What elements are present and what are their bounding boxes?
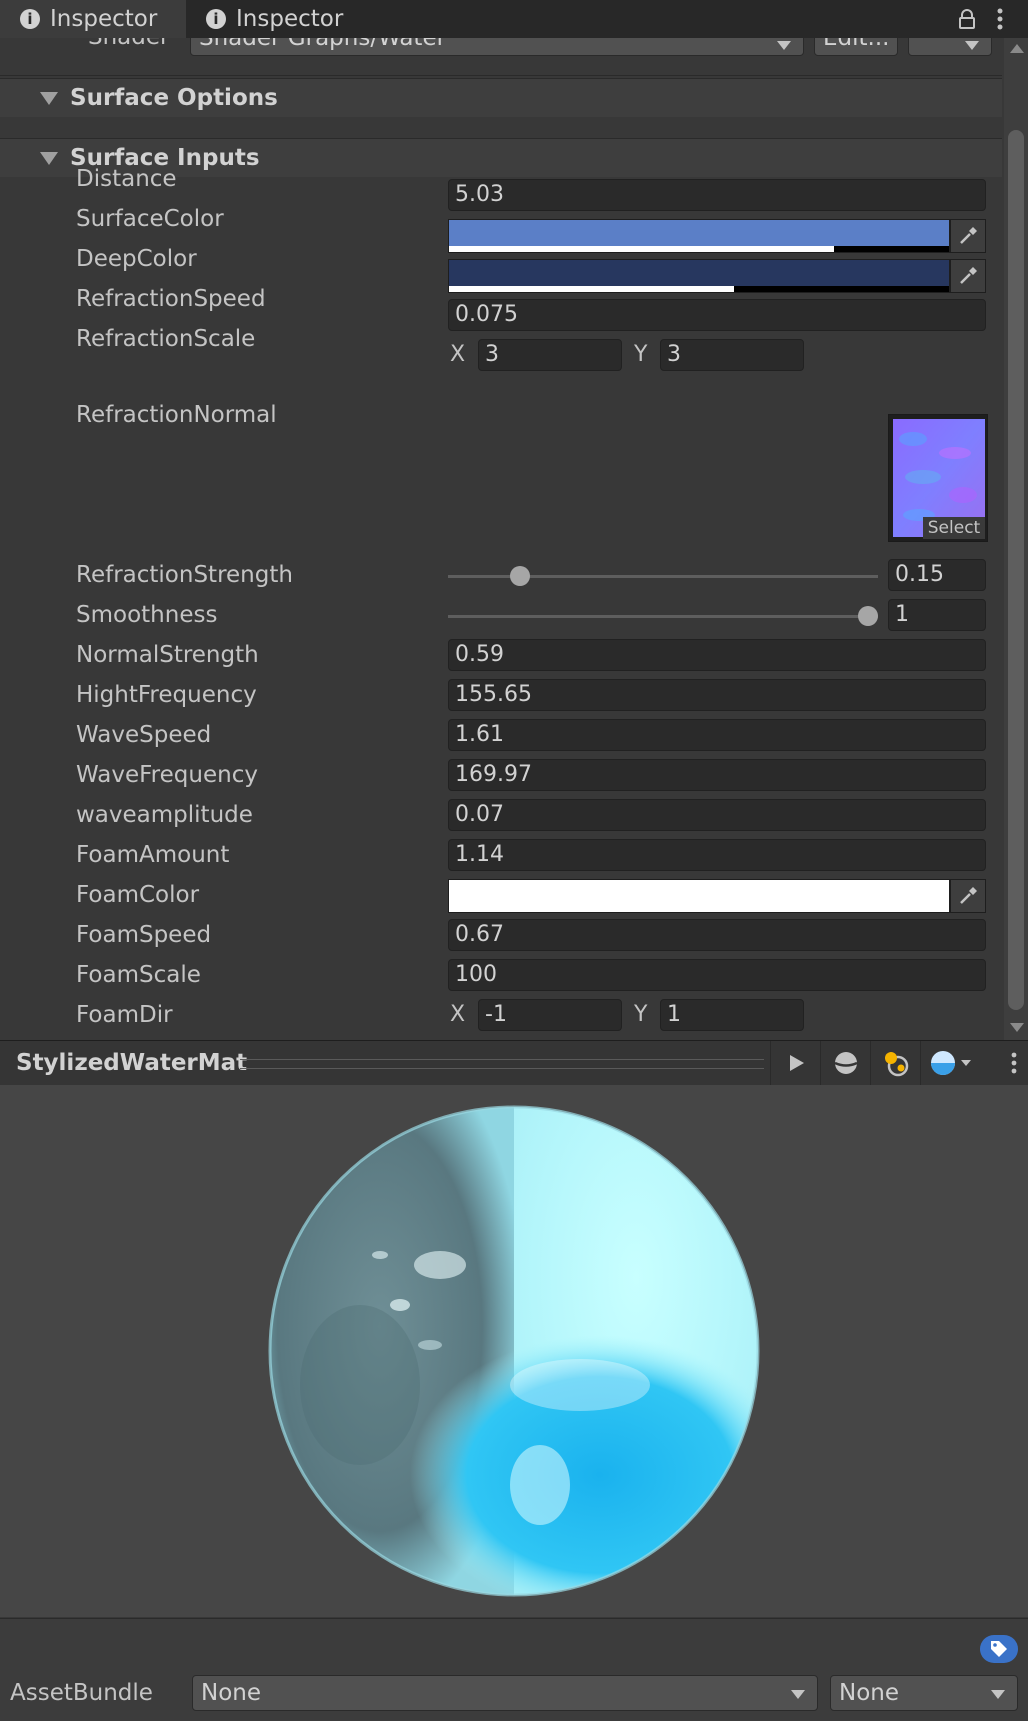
- deep-color-label: DeepColor: [76, 246, 197, 272]
- scroll-down-icon[interactable]: [1010, 1023, 1024, 1032]
- refraction-strength-label: RefractionStrength: [76, 562, 293, 588]
- eyedropper-icon[interactable]: [950, 879, 986, 913]
- foam-speed-label: FoamSpeed: [76, 922, 212, 948]
- shader-dropdown[interactable]: Shader Graphs/Water: [190, 38, 804, 56]
- foam-scale-field[interactable]: 100: [448, 959, 986, 991]
- smoothness-field[interactable]: 1: [888, 599, 986, 631]
- scrollbar-thumb[interactable]: [1008, 130, 1024, 1010]
- material-preview[interactable]: [0, 1085, 1028, 1617]
- drag-handle[interactable]: [240, 1059, 764, 1069]
- wave-speed-field[interactable]: 1.61: [448, 719, 986, 751]
- info-icon: i: [20, 9, 40, 29]
- preview-background-dropdown[interactable]: [920, 1041, 981, 1085]
- foldout-arrow-icon: [40, 91, 58, 105]
- wave-amplitude-field[interactable]: 0.07: [448, 799, 986, 831]
- tab-bar: i Inspector i Inspector: [0, 0, 1028, 38]
- chevron-down-icon: [791, 1690, 805, 1699]
- wave-amplitude-label: waveamplitude: [76, 802, 253, 828]
- eyedropper-icon[interactable]: [950, 259, 986, 293]
- preview-title: StylizedWaterMat: [16, 1050, 248, 1076]
- tab-inspector-2[interactable]: i Inspector: [186, 0, 386, 38]
- normal-strength-label: NormalStrength: [76, 642, 259, 668]
- deep-color-swatch[interactable]: [448, 259, 950, 293]
- hight-frequency-field[interactable]: 155.65: [448, 679, 986, 711]
- assetbundle-label: AssetBundle: [10, 1680, 153, 1706]
- label-tag-icon[interactable]: [980, 1635, 1018, 1663]
- assetbundle-variant-dropdown[interactable]: None: [830, 1675, 1018, 1711]
- preview-header[interactable]: StylizedWaterMat: [0, 1040, 1028, 1086]
- hight-frequency-label: HightFrequency: [76, 682, 257, 708]
- surface-color-swatch[interactable]: [448, 219, 950, 253]
- x-axis-label: X: [450, 342, 466, 367]
- shader-row: Shader Shader Graphs/Water Edit...: [0, 38, 1002, 76]
- foldout-arrow-icon: [40, 151, 58, 165]
- refraction-speed-field[interactable]: 0.075: [448, 299, 986, 331]
- slider-knob[interactable]: [858, 606, 878, 626]
- slider-knob[interactable]: [509, 566, 530, 586]
- smoothness-slider[interactable]: [448, 615, 878, 618]
- wave-speed-label: WaveSpeed: [76, 722, 212, 748]
- refraction-scale-label: RefractionScale: [76, 326, 256, 352]
- distance-label: Distance: [76, 166, 177, 192]
- refraction-strength-field[interactable]: 0.15: [888, 559, 986, 591]
- foam-dir-x-field[interactable]: -1: [478, 999, 622, 1031]
- surface-color-label: SurfaceColor: [76, 206, 224, 232]
- refraction-normal-label: RefractionNormal: [76, 402, 277, 428]
- wave-frequency-field[interactable]: 169.97: [448, 759, 986, 791]
- assetbundle-variant-value: None: [839, 1680, 900, 1706]
- preview-shape-button[interactable]: [820, 1041, 871, 1085]
- refraction-scale-y-field[interactable]: 3: [660, 339, 804, 371]
- texture-select-button[interactable]: Select: [923, 517, 985, 539]
- tab-inspector-1[interactable]: i Inspector: [0, 0, 186, 38]
- surface-options-header[interactable]: Surface Options: [0, 78, 1002, 117]
- normal-strength-field[interactable]: 0.59: [448, 639, 986, 671]
- shader-options-button[interactable]: [908, 38, 992, 56]
- y-axis-label: Y: [634, 1002, 648, 1027]
- assetbundle-name-value: None: [201, 1680, 262, 1706]
- scroll-up-icon[interactable]: [1010, 44, 1024, 53]
- foam-amount-field[interactable]: 1.14: [448, 839, 986, 871]
- shader-value: Shader Graphs/Water: [199, 38, 447, 51]
- foam-speed-field[interactable]: 0.67: [448, 919, 986, 951]
- more-menu-icon[interactable]: [992, 8, 1008, 30]
- assetbundle-name-dropdown[interactable]: None: [192, 1675, 818, 1711]
- water-sphere-preview-icon: [268, 1105, 760, 1597]
- more-menu-icon[interactable]: [1008, 1052, 1020, 1074]
- scrollbar[interactable]: [1004, 38, 1028, 1040]
- inspector-content: Shader Shader Graphs/Water Edit... Surfa…: [0, 38, 1002, 1040]
- wave-frequency-label: WaveFrequency: [76, 762, 258, 788]
- shader-label: Shader: [88, 38, 169, 54]
- skybox-sphere-icon: [931, 1051, 971, 1075]
- x-axis-label: X: [450, 1002, 466, 1027]
- section-title: Surface Options: [70, 85, 278, 111]
- distance-field[interactable]: 5.03: [448, 179, 986, 211]
- tab-label: Inspector: [236, 6, 344, 32]
- tab-label: Inspector: [50, 6, 158, 32]
- foam-amount-label: FoamAmount: [76, 842, 230, 868]
- y-axis-label: Y: [634, 342, 648, 367]
- foam-dir-y-field[interactable]: 1: [660, 999, 804, 1031]
- foam-scale-label: FoamScale: [76, 962, 201, 988]
- assetbundle-bar: AssetBundle None None: [0, 1618, 1028, 1721]
- shader-edit-button[interactable]: Edit...: [814, 38, 898, 56]
- lock-icon[interactable]: [956, 8, 978, 30]
- refraction-scale-x-field[interactable]: 3: [478, 339, 622, 371]
- play-icon: [790, 1055, 804, 1071]
- lights-icon: [885, 1052, 909, 1077]
- chevron-down-icon: [991, 1690, 1005, 1699]
- play-button[interactable]: [770, 1041, 821, 1085]
- edit-label: Edit...: [823, 38, 890, 51]
- foam-dir-label: FoamDir: [76, 1002, 173, 1028]
- smoothness-label: Smoothness: [76, 602, 218, 628]
- sphere-icon: [834, 1052, 858, 1074]
- foam-color-label: FoamColor: [76, 882, 200, 908]
- refraction-speed-label: RefractionSpeed: [76, 286, 266, 312]
- eyedropper-icon[interactable]: [950, 219, 986, 253]
- preview-lighting-button[interactable]: [870, 1041, 921, 1085]
- info-icon: i: [206, 9, 226, 29]
- foam-color-swatch[interactable]: [448, 879, 950, 913]
- normal-map-texture-slot[interactable]: Select: [888, 414, 988, 542]
